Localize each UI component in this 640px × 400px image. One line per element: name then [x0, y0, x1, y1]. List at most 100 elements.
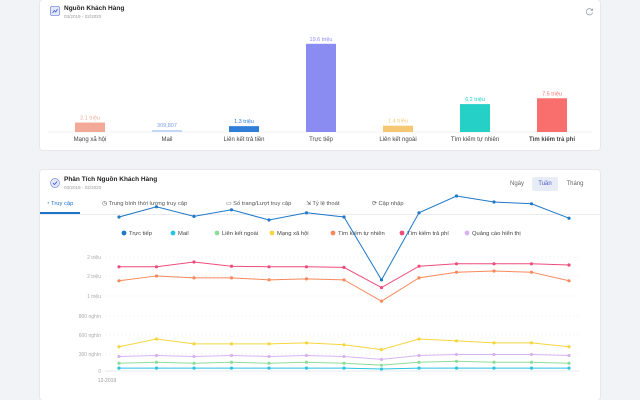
series-point[interactable]	[192, 342, 196, 346]
series-point[interactable]	[192, 276, 196, 280]
series-point[interactable]	[492, 366, 496, 370]
series-point[interactable]	[342, 215, 346, 219]
series-point[interactable]	[567, 216, 571, 220]
series-point[interactable]	[529, 341, 534, 345]
series-point[interactable]	[454, 270, 459, 274]
series-point[interactable]	[342, 278, 346, 282]
series-point[interactable]	[267, 278, 271, 282]
series-point[interactable]	[379, 278, 384, 282]
series-point[interactable]	[192, 366, 196, 370]
series-point[interactable]	[117, 279, 121, 283]
series-point[interactable]	[379, 363, 384, 367]
series-point[interactable]	[379, 357, 384, 361]
series-point[interactable]	[192, 354, 196, 359]
series-point[interactable]	[529, 202, 534, 206]
series-point[interactable]	[417, 211, 421, 215]
series-point[interactable]	[304, 360, 309, 364]
legend-label[interactable]: Tìm kiếm trả phí	[407, 231, 449, 237]
bar[interactable]	[152, 130, 182, 132]
legend-label[interactable]: Quảng cáo hiển thị	[472, 230, 521, 237]
series-point[interactable]	[567, 263, 571, 267]
series-point[interactable]	[567, 366, 571, 370]
series-point[interactable]	[417, 264, 421, 268]
series-point[interactable]	[304, 277, 309, 281]
series-point[interactable]	[304, 211, 309, 215]
series-point[interactable]	[192, 361, 196, 365]
series-point[interactable]	[154, 366, 159, 370]
series-point[interactable]	[567, 361, 571, 365]
bar[interactable]	[460, 104, 490, 132]
series-point[interactable]	[117, 215, 121, 219]
series-point[interactable]	[229, 342, 234, 346]
series-point[interactable]	[229, 264, 234, 268]
series-point[interactable]	[417, 353, 421, 358]
bar[interactable]	[75, 122, 105, 132]
series-point[interactable]	[492, 262, 496, 266]
series-point[interactable]	[229, 353, 234, 358]
series-point[interactable]	[492, 200, 496, 204]
series-point[interactable]	[567, 279, 571, 283]
legend-label[interactable]: Mail	[178, 231, 189, 237]
series-point[interactable]	[267, 361, 271, 365]
series-point[interactable]	[267, 218, 271, 222]
series-point[interactable]	[304, 341, 309, 345]
series-point[interactable]	[154, 205, 159, 209]
series-point[interactable]	[492, 352, 496, 357]
series-point[interactable]	[117, 366, 121, 370]
series-point[interactable]	[267, 366, 271, 370]
series-point[interactable]	[454, 366, 459, 370]
bar[interactable]	[383, 125, 413, 132]
series-point[interactable]	[529, 270, 534, 274]
series-point[interactable]	[417, 337, 421, 341]
series-point[interactable]	[417, 366, 421, 370]
series-point[interactable]	[379, 285, 384, 290]
series-point[interactable]	[229, 276, 234, 280]
series-point[interactable]	[454, 359, 459, 363]
series-point[interactable]	[117, 354, 121, 359]
series-point[interactable]	[117, 345, 121, 349]
series-point[interactable]	[267, 265, 271, 269]
series-point[interactable]	[154, 353, 159, 358]
series-point[interactable]	[154, 265, 159, 269]
series-point[interactable]	[267, 342, 271, 346]
series-point[interactable]	[454, 262, 459, 266]
series-point[interactable]	[192, 260, 196, 264]
bar[interactable]	[229, 126, 259, 132]
legend-label[interactable]: Mạng xã hội	[277, 231, 309, 237]
series-point[interactable]	[192, 214, 196, 218]
series-point[interactable]	[492, 341, 496, 345]
series-point[interactable]	[229, 208, 234, 212]
series-point[interactable]	[379, 348, 384, 352]
legend-label[interactable]: Trực tiếp	[129, 231, 152, 237]
series-point[interactable]	[567, 353, 571, 358]
series-point[interactable]	[454, 194, 459, 198]
series-point[interactable]	[529, 366, 534, 370]
series-point[interactable]	[342, 343, 346, 347]
series-point[interactable]	[117, 361, 121, 365]
series-point[interactable]	[154, 274, 159, 278]
legend-label[interactable]: Tìm kiếm tự nhiên	[338, 231, 385, 237]
series-point[interactable]	[304, 366, 309, 370]
series-point[interactable]	[117, 265, 121, 269]
series-point[interactable]	[229, 360, 234, 364]
series-point[interactable]	[267, 354, 271, 359]
series-point[interactable]	[342, 354, 346, 359]
series-point[interactable]	[567, 345, 571, 349]
series-point[interactable]	[492, 269, 496, 273]
series-point[interactable]	[229, 366, 234, 370]
series-point[interactable]	[529, 360, 534, 364]
series-point[interactable]	[454, 352, 459, 357]
series-point[interactable]	[304, 265, 309, 269]
series-point[interactable]	[529, 262, 534, 266]
series-point[interactable]	[154, 337, 159, 341]
series-point[interactable]	[342, 265, 346, 269]
series-point[interactable]	[492, 360, 496, 364]
series-point[interactable]	[454, 339, 459, 343]
series-point[interactable]	[342, 361, 346, 365]
bar[interactable]	[537, 98, 567, 132]
series-point[interactable]	[304, 353, 309, 358]
series-point[interactable]	[154, 360, 159, 364]
series-point[interactable]	[342, 366, 346, 370]
series-point[interactable]	[379, 367, 384, 371]
series-point[interactable]	[529, 352, 534, 357]
